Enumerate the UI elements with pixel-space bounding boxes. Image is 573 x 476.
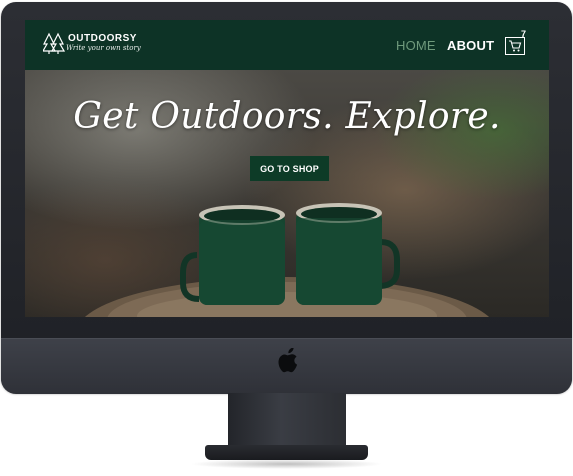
- hero-title: Get Outdoors. Explore.: [73, 96, 501, 137]
- brand-name: OUTDOORSY: [68, 33, 137, 44]
- brand-tagline: Write your own story: [66, 44, 141, 52]
- nav-link-about[interactable]: ABOUT: [447, 38, 494, 53]
- imac-monitor: Get Outdoors. Explore. GO TO SHOP OUTDOO…: [1, 2, 572, 394]
- stand-shadow: [190, 459, 383, 469]
- go-to-shop-button[interactable]: GO TO SHOP: [250, 156, 329, 181]
- monitor-stand-base: [205, 445, 368, 460]
- nav-link-home[interactable]: HOME: [396, 38, 436, 53]
- monitor-stand-neck: [228, 393, 346, 445]
- trees-logo-icon: [43, 32, 65, 54]
- monitor-screen: Get Outdoors. Explore. GO TO SHOP OUTDOO…: [25, 20, 549, 317]
- apple-logo-icon: [278, 348, 298, 373]
- hero-section: Get Outdoors. Explore. GO TO SHOP: [25, 70, 549, 317]
- site-navbar: OUTDOORSY Write your own story HOME ABOU…: [25, 20, 549, 70]
- cart-button[interactable]: [505, 37, 525, 55]
- cart-count-badge: 7: [521, 29, 527, 39]
- brand-logo[interactable]: OUTDOORSY Write your own story: [43, 32, 153, 58]
- shopping-cart-icon: [509, 40, 522, 52]
